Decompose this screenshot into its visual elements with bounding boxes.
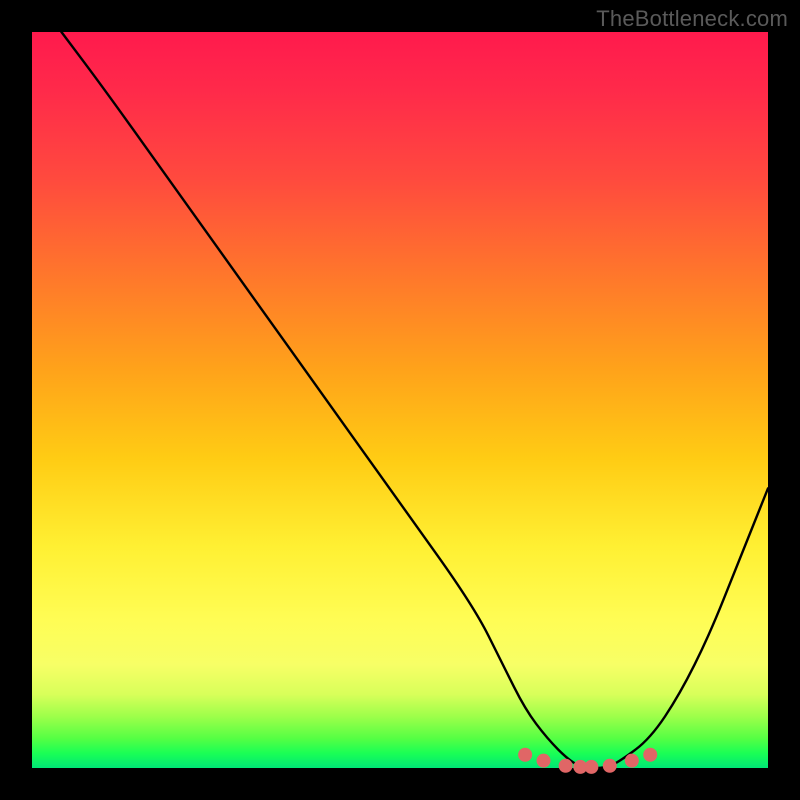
watermark-text: TheBottleneck.com: [596, 6, 788, 32]
bottleneck-curve: [61, 32, 768, 768]
marker-dot: [537, 754, 551, 768]
optimal-range-dots: [518, 748, 657, 774]
plot-area: [32, 32, 768, 768]
marker-dot: [603, 759, 617, 773]
marker-dot: [559, 759, 573, 773]
curve-svg: [32, 32, 768, 768]
marker-dot: [625, 754, 639, 768]
chart-frame: TheBottleneck.com: [0, 0, 800, 800]
marker-dot: [518, 748, 532, 762]
marker-dot: [643, 748, 657, 762]
marker-dot: [584, 760, 598, 774]
